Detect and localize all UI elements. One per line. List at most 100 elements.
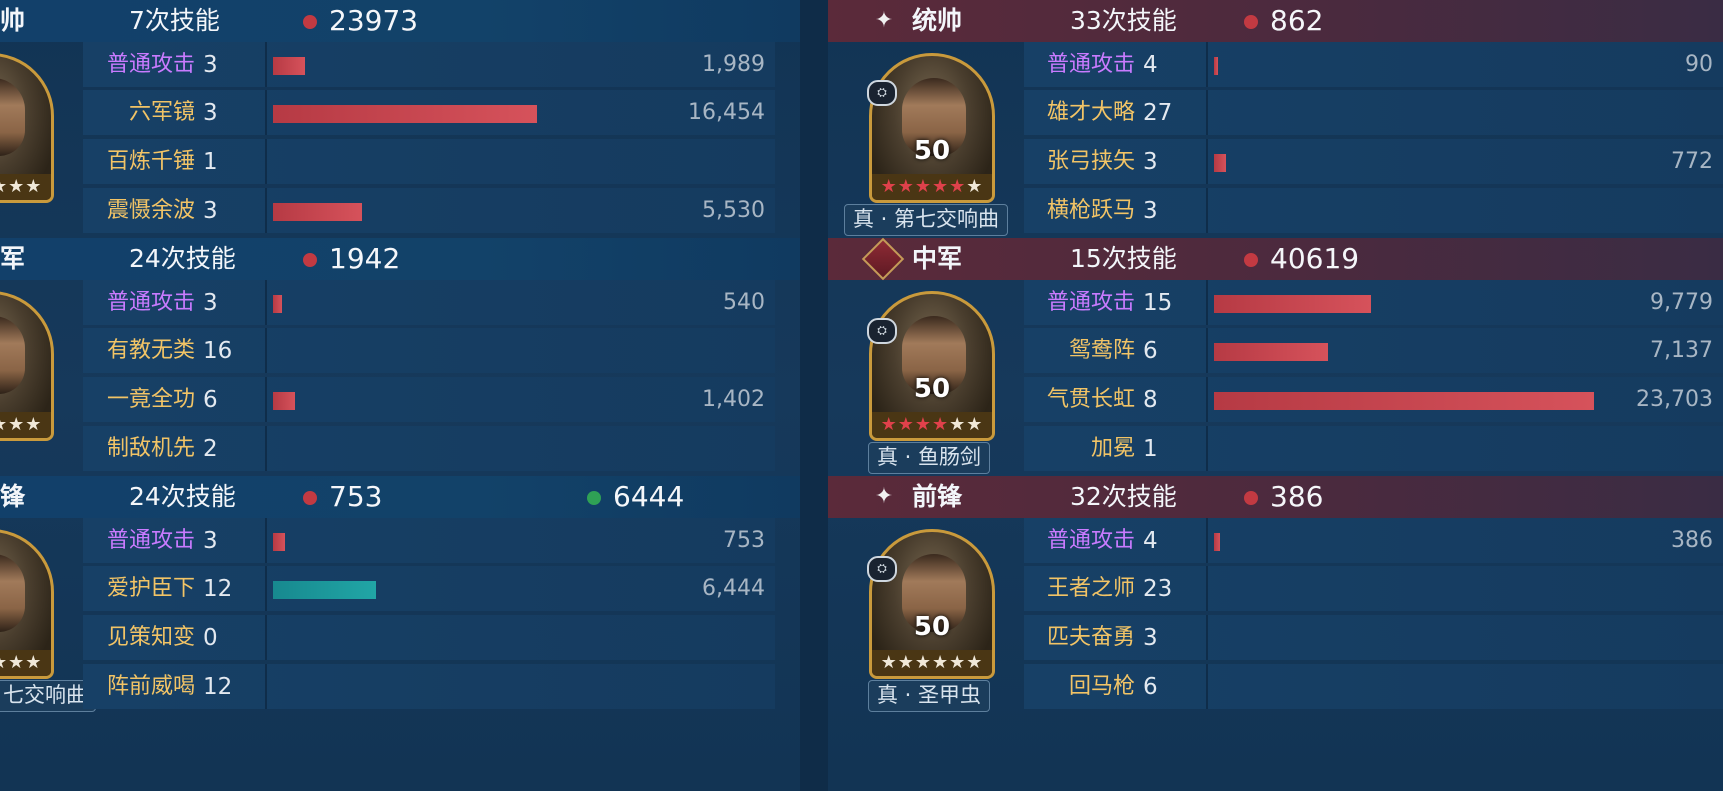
skill-count: 15次技能 — [1070, 244, 1177, 273]
star-rating: ★★★★★★ — [872, 174, 992, 200]
hero-portrait[interactable]: 50 ★★★★★★ — [869, 529, 995, 679]
skill-name[interactable]: 见策知变 — [107, 624, 195, 652]
skill-use-count: 3 — [203, 52, 218, 78]
row-separator — [265, 426, 267, 471]
skill-name[interactable]: 阵前威喝 — [107, 673, 195, 701]
row-separator — [1206, 518, 1208, 563]
star-icon: ★ — [0, 652, 8, 673]
row-separator — [265, 328, 267, 373]
star-icon: ★ — [914, 652, 932, 673]
skill-damage-value: 540 — [723, 290, 765, 315]
skill-name[interactable]: 张弓挟矢 — [1047, 148, 1135, 176]
skill-damage-value: 753 — [723, 528, 765, 553]
skill-row: 制敌机先 2 — [83, 426, 775, 471]
role-label: 军 — [0, 244, 26, 273]
skill-row: 阵前威喝 12 — [83, 664, 775, 709]
hero-portrait[interactable]: ★★★★★★ — [0, 291, 54, 441]
skill-use-count: 23 — [1143, 576, 1173, 602]
row-separator — [265, 188, 267, 233]
skill-name[interactable]: 制敌机先 — [107, 435, 195, 463]
skill-name[interactable]: 普通攻击 — [107, 51, 195, 79]
skill-name[interactable]: 回马枪 — [1069, 673, 1135, 701]
skill-row: 爱护臣下 12 6,444 — [83, 566, 775, 611]
star-rating: ★★★★★★ — [0, 174, 51, 200]
star-icon: ★ — [966, 176, 984, 197]
red-damage-total: 862 — [1270, 4, 1324, 37]
skill-row: 回马枪 6 — [1024, 664, 1723, 709]
section-header: 帅 7次技能 23973 — [0, 0, 800, 42]
skill-use-count: 6 — [1143, 338, 1158, 364]
star-icon: ★ — [897, 176, 915, 197]
skill-count: 24次技能 — [129, 482, 236, 511]
hero-portrait[interactable]: ★★★★★★ — [0, 53, 54, 203]
skill-row: 一竟全功 6 1,402 — [83, 377, 775, 422]
hero-portrait[interactable]: ★★★★★★ — [0, 529, 54, 679]
role-label: 中军 — [912, 244, 963, 273]
skill-name[interactable]: 有教无类 — [107, 337, 195, 365]
skill-use-count: 16 — [203, 338, 233, 364]
weapon-label: 真 · 圣甲虫 — [868, 680, 991, 712]
role-label: 帅 — [0, 6, 26, 35]
skill-use-count: 4 — [1143, 528, 1158, 554]
skill-name[interactable]: 普通攻击 — [107, 527, 195, 555]
star-rating: ★★★★★★ — [0, 412, 51, 438]
skill-name[interactable]: 六军镜 — [129, 99, 195, 127]
skill-name[interactable]: 气贯长虹 — [1047, 386, 1135, 414]
skill-use-count: 6 — [1143, 674, 1158, 700]
row-separator — [265, 139, 267, 184]
skill-use-count: 0 — [203, 625, 218, 651]
role-label: 前锋 — [912, 482, 963, 511]
skill-name[interactable]: 爱护臣下 — [107, 575, 195, 603]
star-icon: ★ — [949, 176, 967, 197]
skill-name[interactable]: 普通攻击 — [107, 289, 195, 317]
skill-row: 普通攻击 4 90 — [1024, 42, 1723, 87]
hero-face — [0, 554, 25, 632]
skill-count: 32次技能 — [1070, 482, 1177, 511]
skill-name[interactable]: 雄才大略 — [1047, 99, 1135, 127]
skill-name[interactable]: 一竟全功 — [107, 386, 195, 414]
skill-use-count: 4 — [1143, 52, 1158, 78]
skill-use-count: 3 — [1143, 625, 1158, 651]
skill-name[interactable]: 普通攻击 — [1047, 289, 1135, 317]
skill-name[interactable]: 鸳鸯阵 — [1069, 337, 1135, 365]
star-icon: ★ — [966, 414, 984, 435]
hero-level: 50 — [913, 136, 951, 166]
hero-level: 50 — [913, 612, 951, 642]
skill-row: 气贯长虹 8 23,703 — [1024, 377, 1723, 422]
row-separator — [265, 42, 267, 87]
skill-name[interactable]: 王者之师 — [1047, 575, 1135, 603]
skill-use-count: 8 — [1143, 387, 1158, 413]
skill-name[interactable]: 普通攻击 — [1047, 51, 1135, 79]
star-icon: ★ — [897, 652, 915, 673]
skill-damage-value: 23,703 — [1636, 387, 1713, 412]
star-icon: ★ — [880, 652, 898, 673]
skill-name[interactable]: 横枪跃马 — [1047, 197, 1135, 225]
section-header: ✦ 统帅 33次技能 862 — [828, 0, 1723, 42]
skill-use-count: 3 — [203, 198, 218, 224]
skill-row: 雄才大略 27 — [1024, 90, 1723, 135]
skill-use-count: 3 — [203, 290, 218, 316]
row-separator — [1206, 566, 1208, 611]
skill-use-count: 15 — [1143, 290, 1173, 316]
green-heal-total: 6444 — [613, 480, 685, 513]
skill-use-count: 3 — [1143, 198, 1158, 224]
role-label: 统帅 — [912, 6, 963, 35]
damage-bar — [1214, 343, 1328, 361]
skill-name[interactable]: 加冕 — [1091, 435, 1135, 463]
skill-row: 普通攻击 3 1,989 — [83, 42, 775, 87]
skill-name[interactable]: 百炼千锤 — [107, 148, 195, 176]
skill-use-count: 3 — [203, 100, 218, 126]
red-damage-total: 386 — [1270, 480, 1324, 513]
hero-portrait[interactable]: 50 ★★★★★★ — [869, 53, 995, 203]
left-section-1: 帅 7次技能 23973 ★★★★★★ 普通攻击 3 1,989 六军镜 3 16,454 百炼千锤… — [0, 0, 800, 261]
star-icon: ★ — [25, 652, 43, 673]
skill-name[interactable]: 匹夫奋勇 — [1047, 624, 1135, 652]
skill-row: 普通攻击 3 753 — [83, 518, 775, 563]
hero-face — [0, 78, 25, 156]
skill-use-count: 27 — [1143, 100, 1173, 126]
skill-name[interactable]: 普通攻击 — [1047, 527, 1135, 555]
skill-use-count: 12 — [203, 576, 233, 602]
skill-name[interactable]: 震慑余波 — [107, 197, 195, 225]
right-section-1: ✦ 统帅 33次技能 862 50 ★★★★★★ ⛭ 真 · 第七交响曲 普通攻击 4 90 雄才大略… — [828, 0, 1723, 261]
hero-portrait[interactable]: 50 ★★★★★★ — [869, 291, 995, 441]
